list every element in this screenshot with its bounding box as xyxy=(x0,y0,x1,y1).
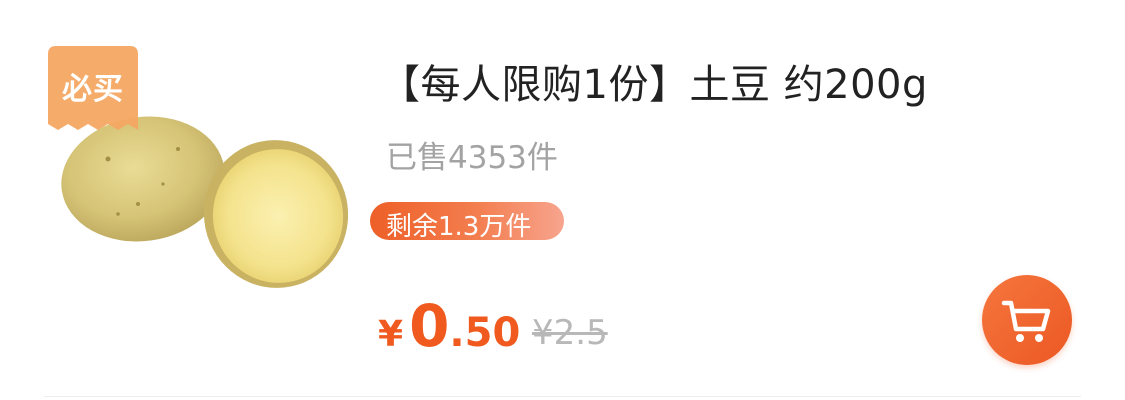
bottom-divider xyxy=(44,396,1081,397)
sold-count: 已售4353件 xyxy=(386,140,558,176)
badge-label: 必买 xyxy=(62,72,124,107)
price-integer: 0 xyxy=(409,292,450,360)
stock-tag-label: 剩余1.3万件 xyxy=(386,212,532,242)
add-to-cart-button[interactable] xyxy=(982,275,1072,365)
must-buy-badge: 必买 xyxy=(48,46,138,130)
original-price: ¥2.5 xyxy=(532,313,608,353)
product-title[interactable]: 【每人限购1份】土豆 约200g xyxy=(380,52,928,110)
price-decimal: .50 xyxy=(449,310,521,356)
shopping-cart-icon xyxy=(1001,300,1051,342)
current-price: ¥0.50 xyxy=(378,292,520,360)
price-currency: ¥ xyxy=(378,314,404,355)
product-card[interactable]: 必买 【每人限购1份】土豆 约200g 已售4353件 剩余1.3万件 ¥0.5… xyxy=(0,0,1125,400)
stock-tag: 剩余1.3万件 xyxy=(370,202,564,242)
